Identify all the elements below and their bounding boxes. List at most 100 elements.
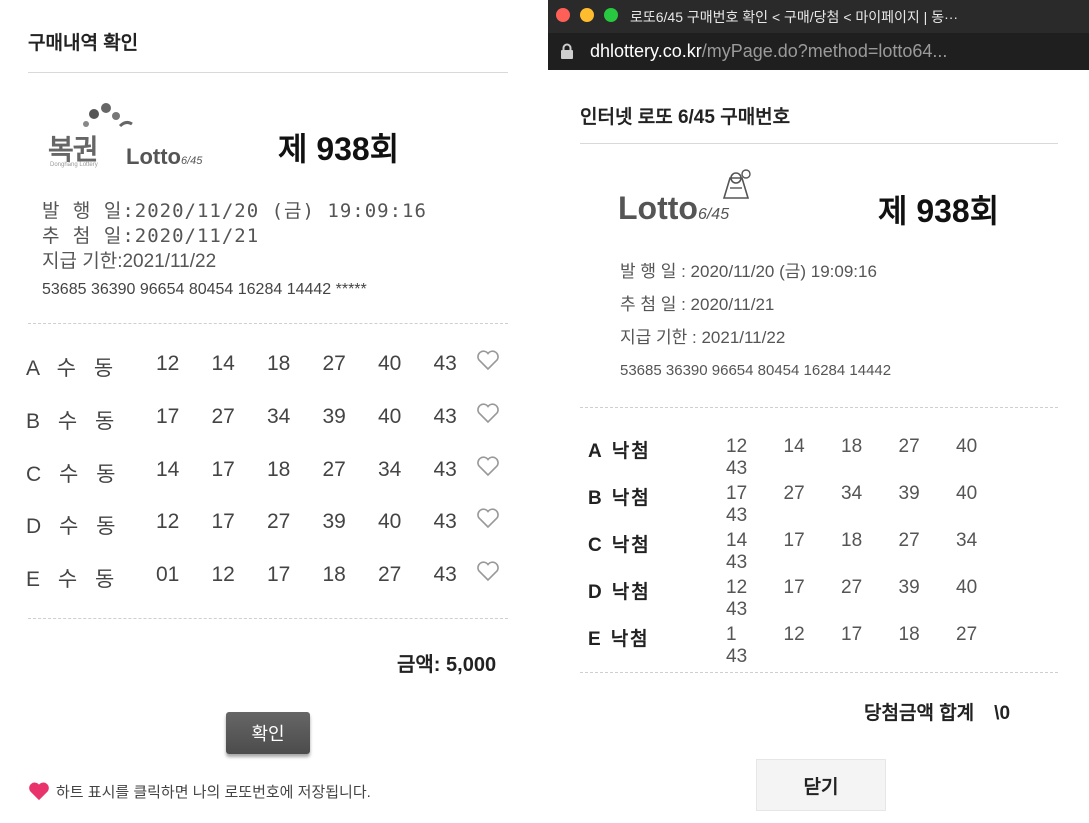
lotto-number: 34 xyxy=(841,483,863,504)
lotto-number: 27 xyxy=(841,577,863,598)
game-label: A 낙첨 xyxy=(588,441,651,462)
lotto-number: 34 xyxy=(378,458,402,481)
address-bar[interactable]: dhlottery.co.kr/myPage.do?method=lotto64… xyxy=(548,33,1089,70)
heart-filled-icon xyxy=(28,781,50,805)
lotto-number: 39 xyxy=(898,483,920,504)
game-numbers: 121727394043 xyxy=(156,510,489,534)
game-numbers: 141718273443 xyxy=(726,530,1048,574)
ticket-serial: 53685 36390 96654 80454 16284 14442 xyxy=(620,362,892,379)
lotto-number: 17 xyxy=(211,458,235,481)
lotto-number: 27 xyxy=(322,458,346,481)
lotto-number: 14 xyxy=(211,352,235,375)
game-numbers: 1 12 17 18 27 43 xyxy=(726,624,1048,668)
lotto-number: 18 xyxy=(322,563,346,586)
lotto-number: 17 xyxy=(841,624,863,645)
lotto-number: 12 xyxy=(726,436,748,457)
game-numbers: 17 27 34 39 40 43 xyxy=(726,483,1048,527)
game-label: D 낙첨 xyxy=(588,582,651,603)
round-number: 제 938회 xyxy=(878,193,1000,229)
lotto-number: 39 xyxy=(322,510,346,533)
heart-outline-icon[interactable] xyxy=(476,455,502,481)
maximize-window-button[interactable] xyxy=(604,8,618,22)
lotto-number: 43 xyxy=(726,458,748,479)
lotto-number: 40 xyxy=(956,483,978,504)
game-row: B 낙첨 17 27 34 39 40 43 xyxy=(588,483,1048,526)
lotto-number: 01 xyxy=(156,563,180,586)
donghang-lottery-logo: 복권 Donghang Lottery Lotto6/45 xyxy=(48,100,228,180)
lotto-number: 12 xyxy=(156,510,180,533)
lotto-number: 40 xyxy=(956,436,978,457)
lotto-number: 40 xyxy=(956,577,978,598)
lotto-number: 14 xyxy=(783,436,805,457)
game-label: E 낙첨 xyxy=(588,629,650,650)
lotto-number: 18 xyxy=(267,352,291,375)
draw-date: 추 첨 일 : 2020/11/21 xyxy=(620,295,775,314)
window-title: 로또6/45 구매번호 확인 < 구매/당첨 < 마이페이지 | 동··· xyxy=(630,9,959,25)
game-numbers: 141718273443 xyxy=(156,458,489,482)
lotto-number: 18 xyxy=(898,624,920,645)
heart-outline-icon[interactable] xyxy=(476,507,502,533)
payment-deadline: 지급 기한:2021/11/22 xyxy=(42,251,217,272)
divider xyxy=(28,72,508,73)
lotto-number: 40 xyxy=(378,405,402,428)
confirm-button[interactable]: 확인 xyxy=(226,712,310,754)
game-label: D 수 동 xyxy=(26,515,122,538)
lotto-number: 18 xyxy=(267,458,291,481)
lotto-number: 27 xyxy=(783,483,805,504)
lotto-number: 27 xyxy=(898,530,920,551)
notice-text: 하트 표시를 클릭하면 나의 로또번호에 저장됩니다. xyxy=(56,784,371,801)
lotto-number: 40 xyxy=(378,510,402,533)
game-label: C 낙첨 xyxy=(588,535,651,556)
page-title: 인터넷 로또 6/45 구매번호 xyxy=(580,107,791,128)
purchase-history-panel: 구매내역 확인 복권 Donghang Lottery Lotto6/45 제 … xyxy=(0,0,548,823)
lotto-logo-text: Lotto6/45 xyxy=(618,190,730,226)
heart-outline-icon[interactable] xyxy=(476,560,502,586)
minimize-window-button[interactable] xyxy=(580,8,594,22)
game-row: E 수 동 01 12 17 18 27 43 xyxy=(26,560,506,593)
lotto-number: 39 xyxy=(898,577,920,598)
game-numbers: 121727394043 xyxy=(726,577,1048,621)
lotto-number: 27 xyxy=(322,352,346,375)
game-numbers: 121418274043 xyxy=(156,352,489,376)
lotto-number: 34 xyxy=(956,530,978,551)
issue-date: 발 행 일 : 2020/11/20 (금) 19:09:16 xyxy=(620,262,877,281)
divider xyxy=(580,672,1058,673)
lotto-number: 17 xyxy=(156,405,180,428)
heart-outline-icon[interactable] xyxy=(476,402,502,428)
internet-lotto-panel: 로또6/45 구매번호 확인 < 구매/당첨 < 마이페이지 | 동··· dh… xyxy=(548,0,1089,823)
divider xyxy=(28,323,508,324)
game-row: C 수 동 14 17 18 27 34 43 xyxy=(26,455,506,488)
divider xyxy=(580,407,1058,408)
lock-icon xyxy=(560,43,574,65)
close-button[interactable]: 닫기 xyxy=(756,759,886,811)
lotto-number: 34 xyxy=(267,405,291,428)
page-title: 구매내역 확인 xyxy=(28,33,139,54)
game-row: B 수 동 17 27 34 39 40 43 xyxy=(26,402,506,435)
lotto-number: 18 xyxy=(841,436,863,457)
lotto-number: 43 xyxy=(726,599,748,620)
lotto-number: 43 xyxy=(726,505,748,526)
close-window-button[interactable] xyxy=(556,8,570,22)
winning-total-label: 당첨금액 합계 xyxy=(864,703,975,724)
url-text[interactable]: dhlottery.co.kr/myPage.do?method=lotto64… xyxy=(590,41,947,62)
game-label: C 수 동 xyxy=(26,463,122,486)
lotto-number: 27 xyxy=(378,563,402,586)
game-numbers: 12 14 18 27 40 43 xyxy=(726,436,1048,480)
game-row: A 수 동 12 14 18 27 40 43 xyxy=(26,349,506,382)
game-row: C 낙첨 14 17 18 27 34 43 xyxy=(588,530,1048,573)
ticket-serial: 53685 36390 96654 80454 16284 14442 ****… xyxy=(42,281,367,298)
game-row: A 낙첨 12 14 18 27 40 43 xyxy=(588,436,1048,479)
lotto-number: 39 xyxy=(322,405,346,428)
lotto-number: 14 xyxy=(726,530,748,551)
lotto-number: 27 xyxy=(898,436,920,457)
lotto-number: 43 xyxy=(726,552,748,573)
lotto-number: 17 xyxy=(211,510,235,533)
issue-date: 발 행 일:2020/11/20 (금) 19:09:16 xyxy=(42,200,427,222)
game-label: B 수 동 xyxy=(26,410,121,433)
lotto-number: 17 xyxy=(726,483,748,504)
heart-outline-icon[interactable] xyxy=(476,349,502,375)
game-label: B 낙첨 xyxy=(588,488,651,509)
lotto-number: 14 xyxy=(156,458,180,481)
lotto-number: 17 xyxy=(267,563,291,586)
lotto-logo-text: Lotto6/45 xyxy=(126,144,203,169)
